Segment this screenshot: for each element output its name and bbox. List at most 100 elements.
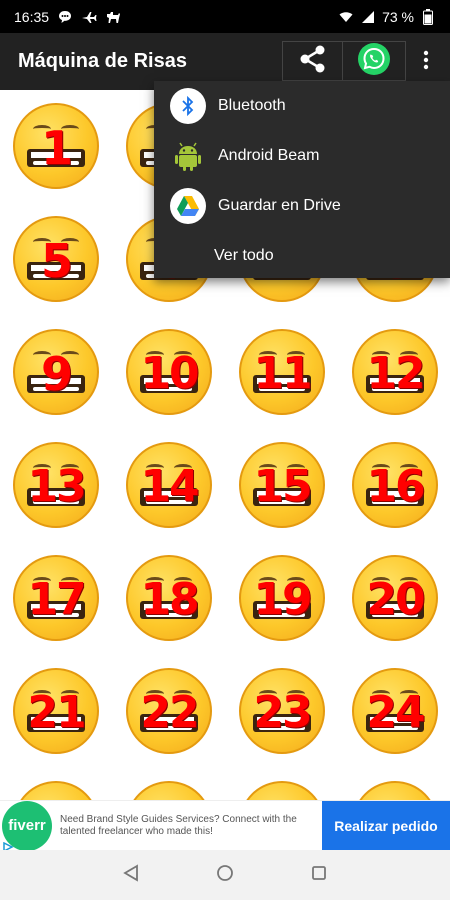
laughing-face-icon: 22: [126, 668, 212, 754]
laughing-face-icon: 25: [13, 781, 99, 800]
nav-recents-button[interactable]: [307, 863, 331, 887]
laughing-face-icon: 24: [352, 668, 438, 754]
laughing-face-icon: 12: [352, 329, 438, 415]
laugh-button[interactable]: 25: [13, 781, 99, 800]
laughing-face-icon: 19: [239, 555, 325, 641]
menu-label: Guardar en Drive: [218, 197, 341, 214]
laugh-number: 17: [27, 574, 86, 625]
laugh-number: 19: [253, 574, 312, 625]
laugh-button[interactable]: 26: [126, 781, 212, 800]
recents-square-icon: [311, 865, 327, 886]
laugh-number: 21: [27, 687, 86, 738]
laughing-face-icon: 10: [126, 329, 212, 415]
battery-icon: [420, 8, 436, 25]
laughing-face-icon: 26: [126, 781, 212, 800]
laugh-button[interactable]: 17: [13, 555, 99, 641]
laughing-face-icon: 28: [352, 781, 438, 800]
laugh-number: 16: [366, 461, 425, 512]
laugh-button[interactable]: 24: [352, 668, 438, 754]
home-circle-icon: [216, 864, 234, 887]
laugh-button[interactable]: 5: [13, 216, 99, 302]
laugh-number: 23: [253, 687, 312, 738]
laugh-button[interactable]: 23: [239, 668, 325, 754]
dog-icon: [105, 9, 121, 25]
share-icon: [298, 44, 328, 79]
laugh-button[interactable]: 9: [13, 329, 99, 415]
laugh-number: 18: [140, 574, 199, 625]
menu-label: Bluetooth: [218, 97, 286, 114]
ad-text[interactable]: Need Brand Style Guides Services? Connec…: [54, 814, 322, 838]
wifi-icon: [338, 9, 354, 25]
laughing-face-icon: 18: [126, 555, 212, 641]
whatsapp-icon: [357, 42, 391, 81]
laughing-face-icon: 9: [13, 329, 99, 415]
laugh-number: 11: [253, 348, 312, 399]
laugh-number: 13: [27, 461, 86, 512]
menu-item-bluetooth[interactable]: Bluetooth: [154, 81, 450, 131]
signal-icon: [360, 9, 376, 25]
laugh-button[interactable]: 12: [352, 329, 438, 415]
laugh-button[interactable]: 22: [126, 668, 212, 754]
laughing-face-icon: 11: [239, 329, 325, 415]
laugh-number: 1: [40, 121, 73, 175]
back-triangle-icon: [123, 863, 139, 887]
laugh-button[interactable]: 16: [352, 442, 438, 528]
laugh-button[interactable]: 11: [239, 329, 325, 415]
laughing-face-icon: 13: [13, 442, 99, 528]
laughing-face-icon: 27: [239, 781, 325, 800]
ad-choices-icon[interactable]: [2, 839, 16, 853]
laugh-number: 12: [366, 348, 425, 399]
menu-item-android-beam[interactable]: Android Beam: [154, 131, 450, 181]
laughing-face-icon: 17: [13, 555, 99, 641]
laugh-button[interactable]: 14: [126, 442, 212, 528]
laughing-face-icon: 16: [352, 442, 438, 528]
laugh-number: 20: [366, 574, 425, 625]
app-title: Máquina de Risas: [18, 50, 187, 72]
laughing-face-icon: 21: [13, 668, 99, 754]
whatsapp-button[interactable]: [343, 42, 405, 80]
bluetooth-icon: [170, 88, 206, 124]
menu-label: Android Beam: [218, 147, 320, 164]
laugh-button[interactable]: 13: [13, 442, 99, 528]
airplane-icon: [81, 9, 97, 25]
laugh-button[interactable]: 21: [13, 668, 99, 754]
laughing-face-icon: 23: [239, 668, 325, 754]
android-icon: [170, 138, 206, 174]
menu-item-ver-todo[interactable]: Ver todo: [154, 231, 450, 281]
laugh-button[interactable]: 1: [13, 103, 99, 189]
laugh-number: 24: [366, 687, 425, 738]
system-nav-bar: [0, 850, 450, 900]
laugh-button[interactable]: 20: [352, 555, 438, 641]
nav-back-button[interactable]: [119, 863, 143, 887]
laugh-number: 22: [140, 687, 199, 738]
battery-percent: 73 %: [382, 8, 414, 25]
laugh-number: 9: [40, 347, 73, 401]
status-time: 16:35: [14, 8, 50, 25]
drive-icon: [170, 188, 206, 224]
laughing-face-icon: 14: [126, 442, 212, 528]
laugh-button[interactable]: 15: [239, 442, 325, 528]
laugh-number: 10: [140, 348, 199, 399]
laugh-button[interactable]: 18: [126, 555, 212, 641]
laughing-face-icon: 1: [13, 103, 99, 189]
nav-home-button[interactable]: [213, 863, 237, 887]
share-actions: [282, 41, 406, 81]
laugh-button[interactable]: 10: [126, 329, 212, 415]
laughing-face-icon: 5: [13, 216, 99, 302]
menu-label: Ver todo: [214, 247, 274, 264]
laugh-button[interactable]: 19: [239, 555, 325, 641]
laugh-number: 14: [140, 461, 199, 512]
share-button[interactable]: [283, 42, 343, 80]
status-bar: 16:35 73 %: [0, 0, 450, 33]
chat-bubble-icon: [57, 9, 73, 25]
laughing-face-icon: 20: [352, 555, 438, 641]
ad-banner[interactable]: fiverr Need Brand Style Guides Services?…: [0, 800, 450, 853]
laugh-button[interactable]: 28: [352, 781, 438, 800]
menu-item-guardar-drive[interactable]: Guardar en Drive: [154, 181, 450, 231]
share-popup-menu: Bluetooth Android Beam Guardar en Drive …: [154, 81, 450, 278]
ad-cta-button[interactable]: Realizar pedido: [322, 800, 450, 851]
overflow-menu-button[interactable]: [416, 49, 436, 75]
overflow-menu-icon: [423, 50, 429, 75]
laugh-button[interactable]: 27: [239, 781, 325, 800]
laugh-number: 15: [253, 461, 312, 512]
